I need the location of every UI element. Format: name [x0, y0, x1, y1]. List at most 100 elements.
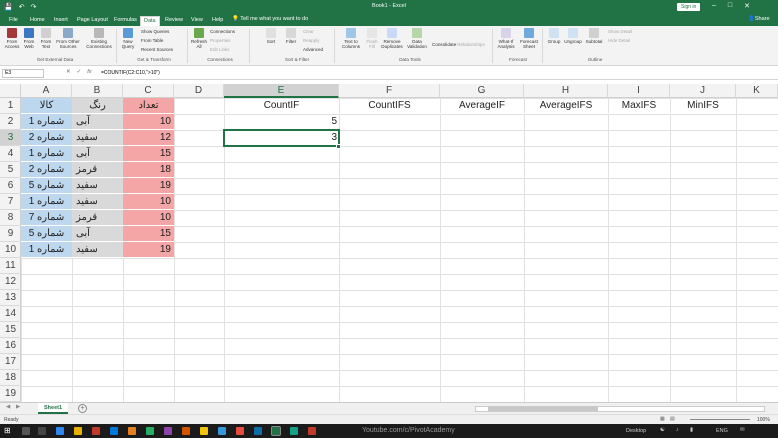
cell-c3[interactable]: 12 — [123, 130, 174, 146]
notification-icon[interactable]: ✉ — [740, 427, 745, 433]
tell-me-search[interactable]: 💡 Tell me what you want to do — [232, 16, 308, 22]
store-icon[interactable] — [110, 427, 118, 435]
col-header-b[interactable]: B — [72, 84, 123, 98]
edit-links-button[interactable]: Edit Links — [210, 47, 230, 52]
col-header-a[interactable]: A — [21, 84, 72, 98]
cell-c4[interactable]: 15 — [123, 146, 174, 162]
cell-b10[interactable]: سفید — [72, 242, 123, 258]
cell-c1[interactable]: تعداد — [123, 98, 174, 114]
cell-a5[interactable]: شماره 2 — [21, 162, 72, 178]
show-queries-button[interactable]: Show Queries — [141, 29, 169, 34]
row-header[interactable]: 12 — [0, 274, 21, 290]
app-icon[interactable] — [56, 427, 64, 435]
row-header[interactable]: 1 — [0, 98, 21, 114]
data-validation-button[interactable]: Data Validation — [405, 28, 429, 49]
properties-button[interactable]: Properties — [210, 38, 231, 43]
row-header[interactable]: 19 — [0, 386, 21, 402]
relationships-button[interactable]: Relationships — [457, 42, 485, 47]
row-header[interactable]: 14 — [0, 306, 21, 322]
cell-g1[interactable]: AverageIF — [440, 98, 524, 114]
tab-insert[interactable]: Insert — [51, 16, 71, 26]
forecast-sheet-button[interactable]: Forecast Sheet — [518, 28, 540, 49]
row-header[interactable]: 2 — [0, 114, 21, 130]
language-indicator[interactable]: ENG — [716, 428, 728, 434]
col-header-f[interactable]: F — [339, 84, 440, 98]
app-icon[interactable] — [182, 427, 190, 435]
col-header-k[interactable]: K — [736, 84, 778, 98]
prev-sheet-icon[interactable]: ◀ — [6, 404, 10, 410]
cell-a1[interactable]: کالا — [21, 98, 72, 114]
cell-b9[interactable]: آبی — [72, 226, 123, 242]
cell-c7[interactable]: 10 — [123, 194, 174, 210]
normal-view-icon[interactable]: ▦ — [660, 416, 665, 422]
fx-icon[interactable]: fx — [87, 69, 91, 75]
row-header[interactable]: 5 — [0, 162, 21, 178]
app-icon[interactable] — [290, 427, 298, 435]
col-header-e[interactable]: E — [224, 84, 339, 98]
row-header[interactable]: 8 — [0, 210, 21, 226]
row-header[interactable]: 10 — [0, 242, 21, 258]
task-view-icon[interactable] — [38, 427, 46, 435]
clear-button[interactable]: Clear — [303, 29, 314, 34]
row-header[interactable]: 3 — [0, 130, 21, 146]
cell-h1[interactable]: AverageIFS — [524, 98, 608, 114]
filter-button[interactable]: Filter — [282, 28, 300, 44]
tab-file[interactable]: File — [6, 16, 21, 26]
ungroup-button[interactable]: Ungroup — [563, 28, 583, 44]
search-icon[interactable] — [22, 427, 30, 435]
row-header[interactable]: 6 — [0, 178, 21, 194]
worksheet-grid[interactable]: کالا رنگ تعداد شماره 1 آبی 10 شماره 2 سف… — [21, 98, 778, 402]
row-header[interactable]: 15 — [0, 322, 21, 338]
app-icon[interactable] — [254, 427, 262, 435]
volume-icon[interactable]: ♪ — [676, 427, 679, 433]
subtotal-button[interactable]: Subtotal — [584, 28, 604, 44]
flash-fill-button[interactable]: Flash Fill — [363, 28, 381, 49]
tab-formulas[interactable]: Formulas — [111, 16, 140, 26]
col-header-c[interactable]: C — [123, 84, 174, 98]
cell-e1[interactable]: CountIF — [224, 98, 339, 114]
col-header-h[interactable]: H — [524, 84, 608, 98]
cell-f1[interactable]: CountIFS — [339, 98, 440, 114]
advanced-button[interactable]: Advanced — [303, 47, 323, 52]
connections-button[interactable]: Connections — [210, 29, 235, 34]
app-icon[interactable] — [92, 427, 100, 435]
col-header-j[interactable]: J — [670, 84, 736, 98]
refresh-all-button[interactable]: Refresh All — [190, 28, 208, 49]
from-web-button[interactable]: From Web — [20, 28, 38, 49]
from-other-sources-button[interactable]: From Other Sources — [55, 28, 81, 49]
battery-icon[interactable]: ▮ — [690, 427, 693, 433]
cell-i1[interactable]: MaxIFS — [608, 98, 670, 114]
enter-icon[interactable]: ✓ — [77, 69, 82, 75]
app-icon[interactable] — [128, 427, 136, 435]
formula-input[interactable]: =COUNTIF(C2:C10,">10") — [101, 69, 160, 77]
hide-detail-button[interactable]: Hide Detail — [608, 38, 630, 43]
cell-c2[interactable]: 10 — [123, 114, 174, 130]
row-header[interactable]: 16 — [0, 338, 21, 354]
scroll-thumb[interactable] — [488, 407, 598, 411]
row-header[interactable]: 4 — [0, 146, 21, 162]
app-icon[interactable] — [218, 427, 226, 435]
col-header-g[interactable]: G — [440, 84, 524, 98]
cell-a7[interactable]: شماره 1 — [21, 194, 72, 210]
windows-start-icon[interactable]: ⊞ — [4, 426, 11, 435]
horizontal-scrollbar[interactable] — [475, 406, 765, 412]
share-button[interactable]: 👤Share — [748, 16, 770, 22]
cell-b6[interactable]: سفید — [72, 178, 123, 194]
tab-home[interactable]: Home — [27, 16, 48, 26]
existing-connections-button[interactable]: Existing Connections — [86, 28, 112, 49]
network-icon[interactable]: ☯ — [660, 427, 665, 433]
folder-icon[interactable] — [74, 427, 82, 435]
cancel-icon[interactable]: ✕ — [66, 69, 71, 75]
cell-c8[interactable]: 10 — [123, 210, 174, 226]
tab-view[interactable]: View — [188, 16, 206, 26]
col-header-d[interactable]: D — [174, 84, 224, 98]
zoom-level[interactable]: 100% — [757, 417, 770, 423]
maximize-icon[interactable]: □ — [728, 2, 732, 10]
row-header[interactable]: 13 — [0, 290, 21, 306]
from-access-button[interactable]: From Access — [3, 28, 21, 49]
cell-a9[interactable]: شماره 5 — [21, 226, 72, 242]
cell-j1[interactable]: MinIFS — [670, 98, 736, 114]
cell-c5[interactable]: 18 — [123, 162, 174, 178]
cell-b7[interactable]: سفید — [72, 194, 123, 210]
app-icon[interactable] — [200, 427, 208, 435]
